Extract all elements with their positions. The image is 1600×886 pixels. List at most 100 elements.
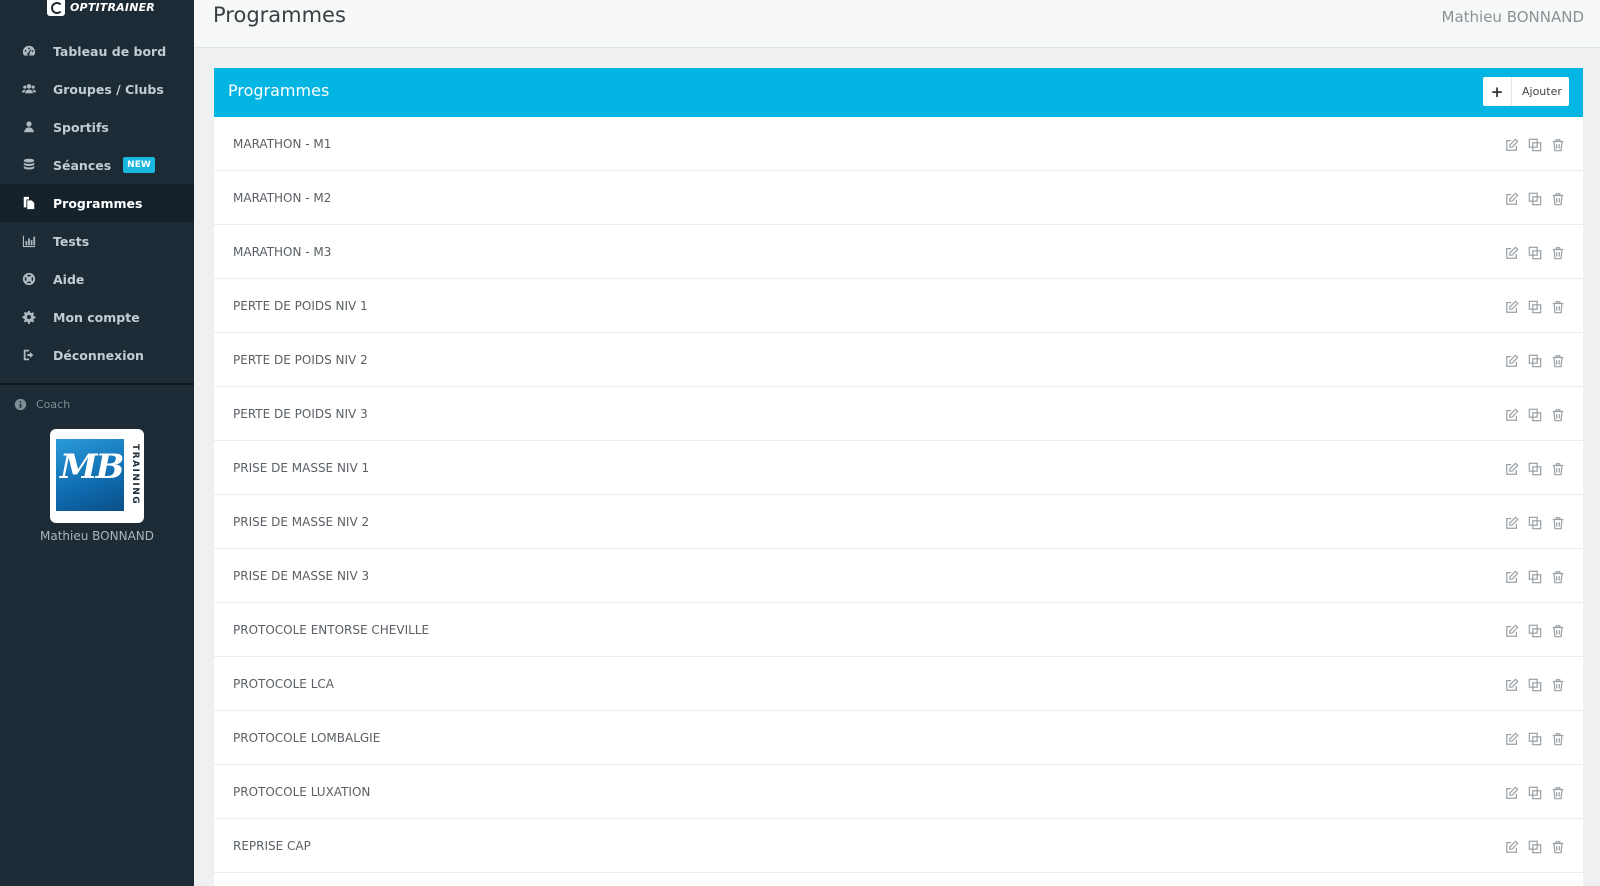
new-badge: NEW bbox=[123, 157, 155, 173]
duplicate-icon[interactable] bbox=[1528, 731, 1542, 746]
list-item[interactable]: PROTOCOLE LCA bbox=[214, 657, 1583, 711]
edit-icon[interactable] bbox=[1505, 461, 1519, 475]
list-item[interactable]: MARATHON - M3 bbox=[214, 225, 1583, 279]
panel-title: Programmes bbox=[228, 81, 330, 100]
edit-icon[interactable] bbox=[1505, 677, 1519, 691]
programme-name: PRISE DE MASSE NIV 2 bbox=[233, 514, 370, 529]
duplicate-icon[interactable] bbox=[1528, 839, 1542, 854]
list-item[interactable]: PROTOCOLE LUXATION bbox=[214, 765, 1583, 819]
top-header: Programmes Mathieu BONNAND bbox=[194, 0, 1600, 48]
sidebar-item-label: Séances bbox=[53, 157, 112, 173]
trash-icon[interactable] bbox=[1551, 515, 1565, 530]
sidebar: OPTITRAINER Tableau de bord Groupes / Cl… bbox=[0, 0, 194, 886]
duplicate-icon[interactable] bbox=[1528, 515, 1542, 530]
sidebar-item-seances[interactable]: Séances NEW bbox=[0, 146, 194, 184]
sidebar-item-deconnexion[interactable]: Déconnexion bbox=[0, 336, 194, 374]
trash-icon[interactable] bbox=[1551, 461, 1565, 476]
sidebar-item-groupes-clubs[interactable]: Groupes / Clubs bbox=[0, 70, 194, 108]
gear-icon bbox=[22, 310, 36, 324]
sidebar-item-mon-compte[interactable]: Mon compte bbox=[0, 298, 194, 336]
trash-icon[interactable] bbox=[1551, 623, 1565, 638]
coach-label-text: Coach bbox=[36, 398, 71, 411]
sidebar-item-tests[interactable]: Tests bbox=[0, 222, 194, 260]
programme-name: PROTOCOLE LCA bbox=[233, 676, 334, 691]
trash-icon[interactable] bbox=[1551, 569, 1565, 584]
panel-header: Programmes + Ajouter bbox=[214, 68, 1583, 117]
avatar-logo-mb: MB bbox=[60, 447, 124, 487]
programme-name: REPRISE CAP bbox=[233, 838, 311, 853]
duplicate-icon[interactable] bbox=[1528, 785, 1542, 800]
user-menu[interactable]: Mathieu BONNAND bbox=[1442, 8, 1585, 26]
duplicate-icon[interactable] bbox=[1528, 191, 1542, 206]
duplicate-icon[interactable] bbox=[1528, 461, 1542, 476]
trash-icon[interactable] bbox=[1551, 245, 1565, 260]
users-icon bbox=[22, 82, 36, 96]
list-item[interactable]: PROTOCOLE ENTORSE CHEVILLE bbox=[214, 603, 1583, 657]
list-item[interactable]: PERTE DE POIDS NIV 1 bbox=[214, 279, 1583, 333]
duplicate-icon[interactable] bbox=[1528, 353, 1542, 368]
programme-name: PERTE DE POIDS NIV 3 bbox=[233, 406, 368, 421]
sidebar-item-label: Tests bbox=[53, 233, 90, 249]
app-logo[interactable]: OPTITRAINER bbox=[47, 0, 155, 16]
sidebar-item-sportifs[interactable]: Sportifs bbox=[0, 108, 194, 146]
duplicate-icon[interactable] bbox=[1528, 623, 1542, 638]
edit-icon[interactable] bbox=[1505, 191, 1519, 205]
programme-name: MARATHON - M1 bbox=[233, 136, 332, 151]
sidebar-item-label: Programmes bbox=[53, 195, 143, 211]
list-item[interactable]: MARATHON - M2 bbox=[214, 171, 1583, 225]
trash-icon[interactable] bbox=[1551, 785, 1565, 800]
trash-icon[interactable] bbox=[1551, 299, 1565, 314]
edit-icon[interactable] bbox=[1505, 407, 1519, 421]
trash-icon[interactable] bbox=[1551, 137, 1565, 152]
sidebar-item-programmes[interactable]: Programmes bbox=[0, 184, 194, 222]
trash-icon[interactable] bbox=[1551, 677, 1565, 692]
sidebar-item-aide[interactable]: Aide bbox=[0, 260, 194, 298]
trash-icon[interactable] bbox=[1551, 407, 1565, 422]
programme-name: PROTOCOLE LUXATION bbox=[233, 784, 371, 799]
edit-icon[interactable] bbox=[1505, 623, 1519, 637]
programme-name: PROTOCOLE ENTORSE CHEVILLE bbox=[233, 622, 430, 637]
list-item[interactable]: PRISE DE MASSE NIV 2 bbox=[214, 495, 1583, 549]
main-menu: Tableau de bord Groupes / Clubs Sportifs… bbox=[0, 32, 194, 374]
duplicate-icon[interactable] bbox=[1528, 137, 1542, 152]
sidebar-item-label: Tableau de bord bbox=[53, 43, 167, 59]
list-item[interactable]: PROTOCOLE LOMBALGIE bbox=[214, 711, 1583, 765]
database-icon bbox=[22, 158, 36, 172]
list-item[interactable]: PERTE DE POIDS NIV 3 bbox=[214, 387, 1583, 441]
edit-icon[interactable] bbox=[1505, 569, 1519, 583]
sidebar-item-tableau-de-bord[interactable]: Tableau de bord bbox=[0, 32, 194, 70]
duplicate-icon[interactable] bbox=[1528, 245, 1542, 260]
edit-icon[interactable] bbox=[1505, 785, 1519, 799]
duplicate-icon[interactable] bbox=[1528, 407, 1542, 422]
list-item[interactable]: MARATHON - M1 bbox=[214, 117, 1583, 171]
trash-icon[interactable] bbox=[1551, 839, 1565, 854]
edit-icon[interactable] bbox=[1505, 299, 1519, 313]
coach-avatar[interactable]: MB TRAINING bbox=[50, 429, 144, 523]
avatar-logo-training: TRAINING bbox=[130, 444, 140, 506]
edit-icon[interactable] bbox=[1505, 353, 1519, 367]
edit-icon[interactable] bbox=[1505, 245, 1519, 259]
programme-name: PRISE DE MASSE NIV 3 bbox=[233, 568, 370, 583]
user-icon bbox=[22, 120, 36, 134]
list-item[interactable]: PERTE DE POIDS NIV 2 bbox=[214, 333, 1583, 387]
trash-icon[interactable] bbox=[1551, 353, 1565, 368]
edit-icon[interactable] bbox=[1505, 839, 1519, 853]
duplicate-icon[interactable] bbox=[1528, 569, 1542, 584]
programme-name: PERTE DE POIDS NIV 1 bbox=[233, 298, 368, 313]
sidebar-item-label: Groupes / Clubs bbox=[53, 81, 164, 97]
duplicate-icon[interactable] bbox=[1528, 677, 1542, 692]
brand-name: OPTITRAINER bbox=[70, 0, 155, 14]
add-programme-button[interactable]: + Ajouter bbox=[1483, 77, 1569, 106]
edit-icon[interactable] bbox=[1505, 731, 1519, 745]
programme-list: MARATHON - M1 MARATHON - M2 MARATHON - M… bbox=[214, 117, 1583, 873]
duplicate-icon[interactable] bbox=[1528, 299, 1542, 314]
edit-icon[interactable] bbox=[1505, 515, 1519, 529]
programme-name: MARATHON - M3 bbox=[233, 244, 332, 259]
trash-icon[interactable] bbox=[1551, 191, 1565, 206]
list-item[interactable]: PRISE DE MASSE NIV 3 bbox=[214, 549, 1583, 603]
edit-icon[interactable] bbox=[1505, 137, 1519, 151]
sidebar-item-label: Mon compte bbox=[53, 309, 140, 325]
list-item[interactable]: REPRISE CAP bbox=[214, 819, 1583, 873]
list-item[interactable]: PRISE DE MASSE NIV 1 bbox=[214, 441, 1583, 495]
trash-icon[interactable] bbox=[1551, 731, 1565, 746]
